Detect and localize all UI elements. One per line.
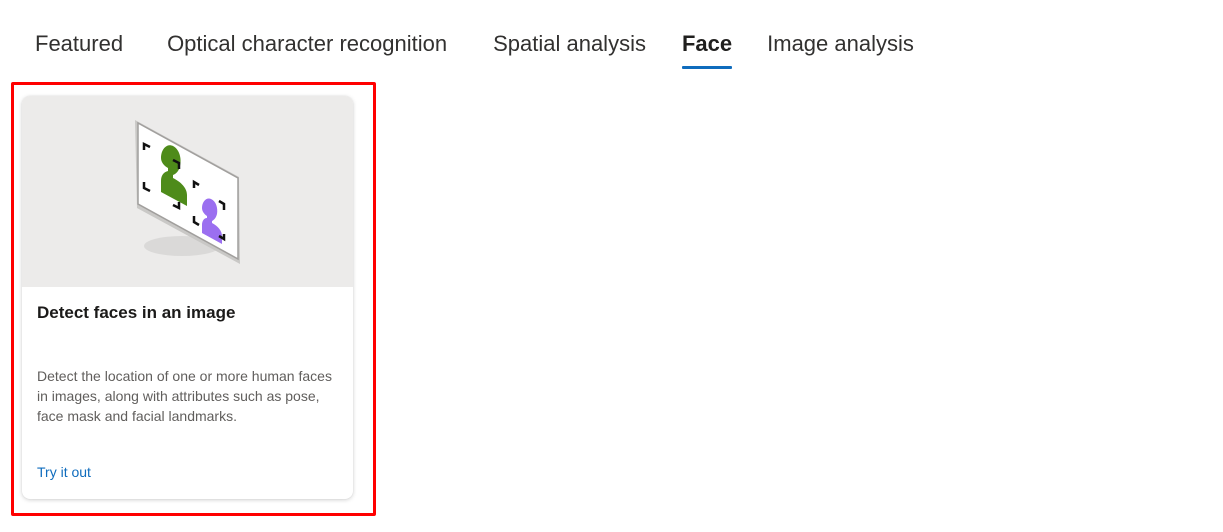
face-detection-illustration-icon [135, 120, 240, 264]
tab-featured[interactable]: Featured [35, 28, 123, 60]
tab-image-analysis[interactable]: Image analysis [767, 28, 914, 60]
tab-optical-character-recognition[interactable]: Optical character recognition [167, 28, 447, 60]
tab-face[interactable]: Face [681, 28, 733, 69]
card-title: Detect faces in an image [37, 303, 236, 322]
card-hero-image [22, 96, 353, 287]
card-description: Detect the location of one or more human… [37, 368, 332, 424]
detect-faces-card[interactable]: Detect faces in an image Detect the loca… [22, 96, 353, 499]
tab-spatial-analysis[interactable]: Spatial analysis [493, 28, 646, 60]
page: Featured Optical character recognition S… [0, 0, 1223, 532]
tab-bar: Featured Optical character recognition S… [35, 28, 914, 74]
try-it-out-link[interactable]: Try it out [37, 462, 91, 482]
